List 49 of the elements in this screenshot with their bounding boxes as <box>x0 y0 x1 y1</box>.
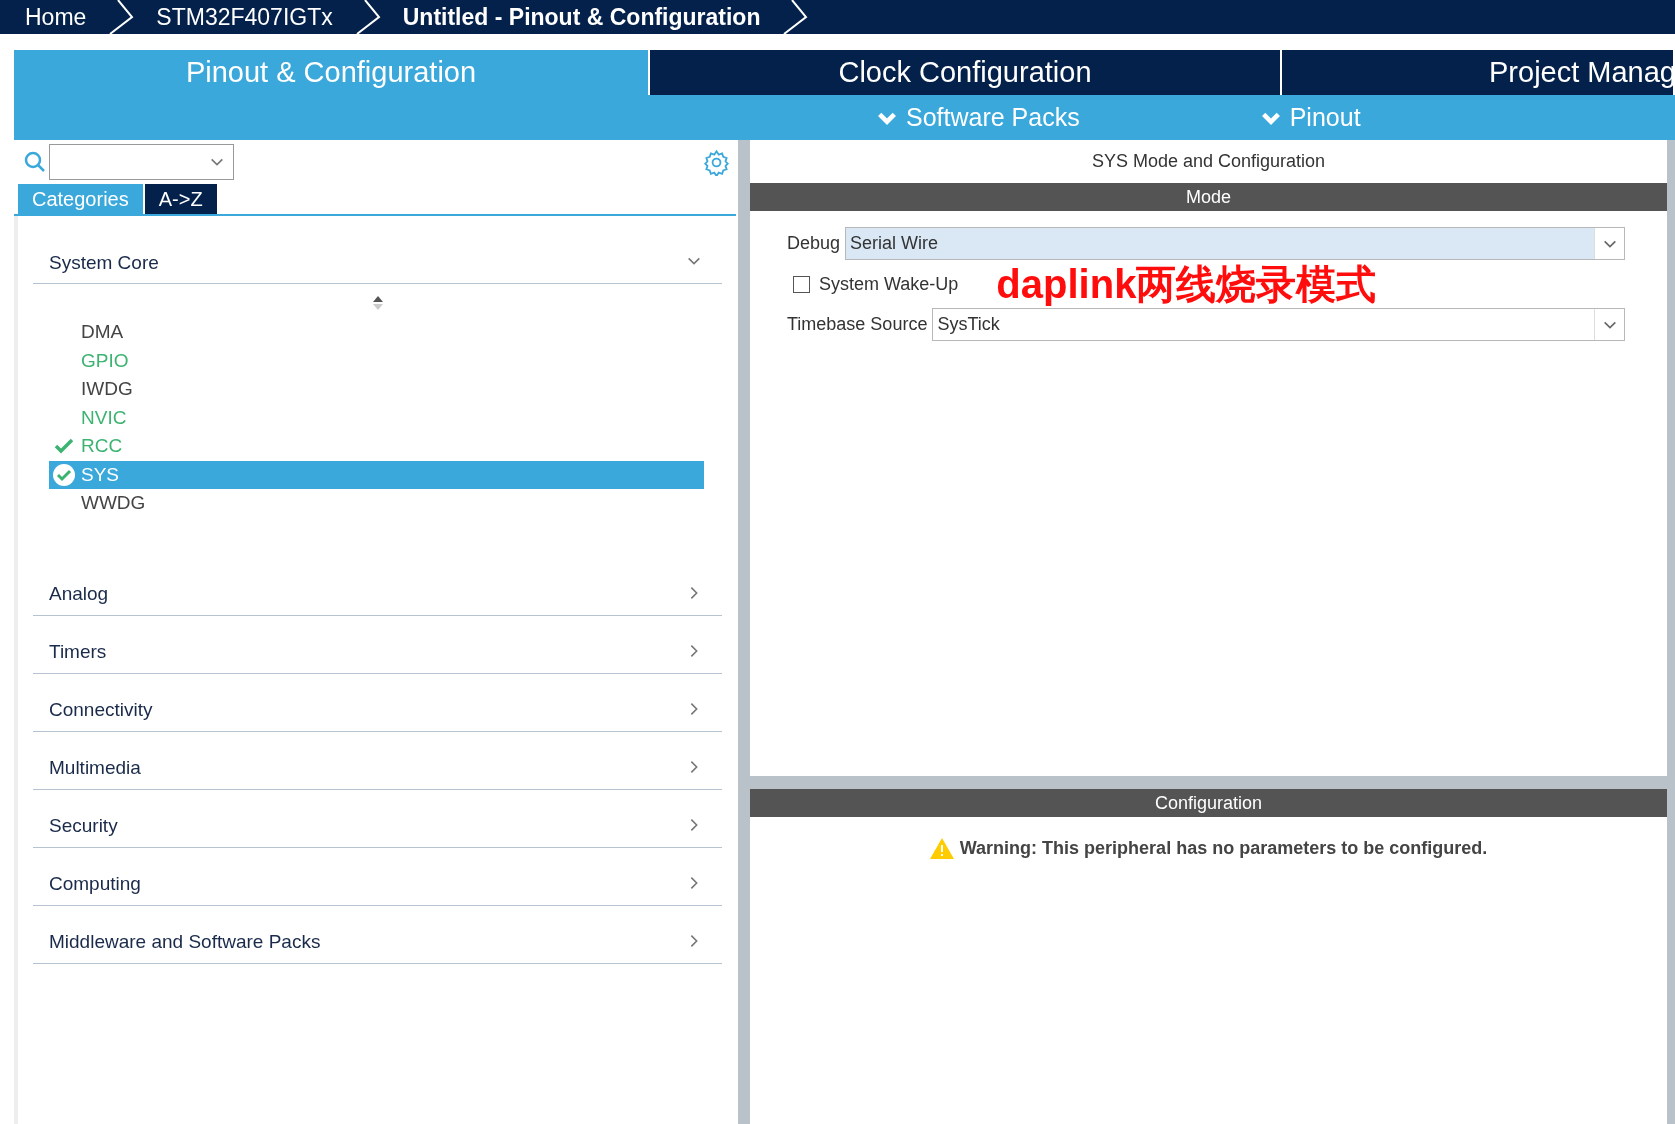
field-label: Debug <box>787 232 841 255</box>
warning-message: Warning: This peripheral has no parameters to be configured. <box>959 837 1488 860</box>
search-icon <box>24 151 46 173</box>
category-header[interactable]: Timers <box>33 615 722 674</box>
peripheral-item[interactable]: IWDG <box>49 375 704 404</box>
peripheral-label: NVIC <box>81 405 127 430</box>
section-header: Configuration <box>750 789 1667 817</box>
category-header[interactable]: Middleware and Software Packs <box>33 905 722 964</box>
category-label: Computing <box>49 872 141 896</box>
category-header[interactable]: Security <box>33 789 722 848</box>
peripheral-label: IWDG <box>81 377 133 401</box>
dropdown-field[interactable]: Serial Wire <box>845 227 1625 260</box>
category-label: Security <box>49 814 118 838</box>
warning-icon <box>929 838 954 859</box>
category-label: Timers <box>49 640 107 664</box>
category-header[interactable]: Analog <box>33 557 722 616</box>
category-label: Middleware and Software Packs <box>49 930 321 954</box>
peripheral-label: GPIO <box>81 348 129 373</box>
category-label: Multimedia <box>49 756 141 780</box>
category-label: Connectivity <box>49 698 153 722</box>
field-label: Timebase Source <box>787 313 928 336</box>
category-label: Analog <box>49 582 109 606</box>
main-tab[interactable]: Clock Configuration <box>650 50 1282 95</box>
settings-icon[interactable] <box>703 148 730 176</box>
panel-title: SYS Mode and Configuration <box>1091 150 1326 173</box>
category-header[interactable]: Multimedia <box>33 731 722 790</box>
annotation-text: daplink两线烧录模式 <box>996 264 1377 304</box>
peripheral-label: WWDG <box>81 491 146 515</box>
category-label: System Core <box>49 250 159 275</box>
sort-icon <box>371 296 384 310</box>
peripheral-label: DMA <box>81 320 124 344</box>
peripheral-item[interactable]: WWDG <box>49 489 704 518</box>
category-header[interactable]: Computing <box>33 847 722 906</box>
view-tab[interactable]: A->Z <box>144 184 217 214</box>
peripheral-label: SYS <box>81 462 120 487</box>
peripheral-item[interactable]: DMA <box>49 318 704 347</box>
category-header[interactable]: Connectivity <box>33 673 722 732</box>
checkbox[interactable] <box>793 275 810 293</box>
section-header: Mode <box>750 183 1667 211</box>
breadcrumb-link[interactable]: Untitled - Pinout & Configuration <box>402 0 761 35</box>
breadcrumb-link[interactable]: STM32F407IGTx <box>156 0 333 35</box>
breadcrumb-link[interactable]: Home <box>25 0 87 35</box>
dropdown-value: SysTick <box>936 313 1001 336</box>
dropdown-field[interactable]: SysTick <box>932 308 1625 341</box>
category-header[interactable]: System Core <box>33 226 722 284</box>
peripheral-label: RCC <box>81 434 123 458</box>
checkbox-label: System Wake-Up <box>819 272 959 296</box>
search-field[interactable] <box>49 144 234 180</box>
dropdown-value: Serial Wire <box>849 232 940 255</box>
